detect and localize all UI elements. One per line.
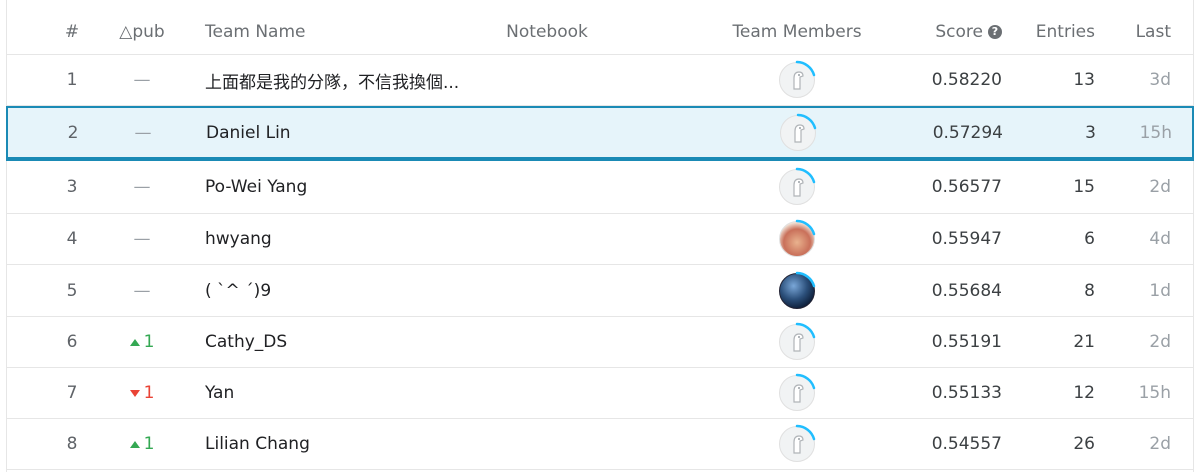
table-row[interactable]: 1 — 上面都是我的分隊，不信我換個... 0.58220 13 3d [7, 55, 1193, 106]
delta-cell: — [112, 55, 172, 105]
team-name-link[interactable]: Yan [205, 368, 505, 418]
notebook-cell [477, 368, 617, 418]
header-last[interactable]: Last [1107, 10, 1171, 54]
entries-cell: 12 [1073, 383, 1095, 403]
score-cell: 0.58220 [931, 70, 1002, 90]
rank-cell: 2 [67, 122, 79, 143]
notebook-cell [477, 161, 617, 213]
delta-cell: 1 [112, 419, 172, 469]
table-row[interactable]: 2 — Daniel Lin 0.57294 3 15h [6, 106, 1194, 161]
team-name-link[interactable]: Cathy_DS [205, 317, 505, 367]
delta-cell: 1 [112, 368, 172, 418]
header-team-name[interactable]: Team Name [205, 10, 505, 54]
rank-cell: 8 [66, 434, 78, 454]
header-notebook[interactable]: Notebook [477, 10, 617, 54]
table-row[interactable]: 5 — ( `^ ´)9 0.55684 8 1d [7, 265, 1193, 317]
no-change-dash: — [133, 229, 151, 249]
entries-cell: 6 [1084, 229, 1095, 249]
last-submission-cell: 1d [1149, 280, 1171, 301]
table-row[interactable]: 6 1 Cathy_DS 0.55191 21 2d [7, 317, 1193, 368]
rank-up-icon [129, 338, 140, 346]
header-score[interactable]: Score ? [867, 10, 1002, 54]
default-avatar-icon[interactable] [779, 424, 816, 462]
entries-cell: 8 [1084, 280, 1095, 301]
last-submission-cell: 2d [1149, 177, 1171, 197]
night-sky-avatar-icon[interactable] [779, 271, 816, 309]
delta-cell: — [112, 161, 172, 213]
notebook-cell [478, 108, 618, 157]
notebook-cell [477, 317, 617, 367]
team-name-link[interactable]: Daniel Lin [206, 108, 506, 157]
score-cell: 0.55191 [931, 332, 1002, 352]
last-submission-cell: 3d [1149, 70, 1171, 90]
default-avatar-icon[interactable] [779, 167, 816, 205]
rank-cell: 3 [66, 177, 78, 197]
default-avatar-icon[interactable] [780, 113, 817, 151]
rank-cell: 4 [66, 229, 78, 249]
food-avatar-icon[interactable] [779, 219, 816, 257]
score-cell: 0.55947 [931, 229, 1002, 249]
team-name-link[interactable]: hwyang [205, 214, 505, 264]
score-cell: 0.54557 [931, 434, 1002, 454]
header-score-label: Score [935, 22, 983, 42]
table-row[interactable]: 4 — hwyang 0.55947 6 4d [7, 214, 1193, 265]
header-entries[interactable]: Entries [1007, 10, 1095, 54]
help-icon[interactable]: ? [988, 25, 1002, 39]
notebook-cell [477, 55, 617, 105]
entries-cell: 13 [1073, 70, 1095, 90]
last-submission-cell: 2d [1149, 434, 1171, 454]
table-row[interactable]: 8 1 Lilian Chang 0.54557 26 2d [7, 419, 1193, 470]
score-cell: 0.55684 [931, 280, 1002, 301]
table-row[interactable]: 7 1 Yan 0.55133 12 15h [7, 368, 1193, 419]
leaderboard-header: # △pub Team Name Notebook Team Members S… [7, 10, 1193, 55]
notebook-cell [477, 265, 617, 316]
team-name-link[interactable]: Lilian Chang [205, 419, 505, 469]
score-cell: 0.57294 [932, 122, 1003, 143]
last-submission-cell: 15h [1139, 122, 1172, 143]
no-change-dash: — [133, 70, 151, 90]
notebook-cell [477, 214, 617, 264]
rank-down-icon [129, 389, 140, 397]
rank-cell: 1 [66, 70, 78, 90]
no-change-dash: — [134, 122, 152, 143]
delta-cell: — [112, 214, 172, 264]
last-submission-cell: 15h [1138, 383, 1171, 403]
rank-cell: 5 [66, 280, 78, 301]
delta-value: 1 [143, 383, 155, 403]
entries-cell: 3 [1085, 122, 1096, 143]
default-avatar-icon[interactable] [779, 322, 816, 360]
notebook-cell [477, 419, 617, 469]
table-row[interactable]: 3 — Po-Wei Yang 0.56577 15 2d [7, 161, 1193, 214]
no-change-dash: — [133, 280, 151, 301]
delta-value: 1 [143, 434, 155, 454]
last-submission-cell: 4d [1149, 229, 1171, 249]
default-avatar-icon[interactable] [779, 373, 816, 411]
entries-cell: 26 [1073, 434, 1095, 454]
default-avatar-icon[interactable] [779, 60, 816, 98]
entries-cell: 15 [1073, 177, 1095, 197]
entries-cell: 21 [1073, 332, 1095, 352]
team-name-link[interactable]: 上面都是我的分隊，不信我換個... [205, 55, 505, 105]
score-cell: 0.55133 [931, 383, 1002, 403]
header-rank[interactable]: # [57, 10, 87, 54]
no-change-dash: — [133, 177, 151, 197]
delta-value: 1 [143, 332, 155, 352]
team-name-link[interactable]: Po-Wei Yang [205, 161, 505, 213]
rank-cell: 6 [66, 332, 78, 352]
delta-cell: 1 [112, 317, 172, 367]
rank-cell: 7 [66, 383, 78, 403]
delta-cell: — [113, 108, 173, 157]
leaderboard: # △pub Team Name Notebook Team Members S… [6, 0, 1194, 472]
header-delta[interactable]: △pub [112, 10, 172, 54]
rank-up-icon [129, 440, 140, 448]
delta-cell: — [112, 265, 172, 316]
team-name-link[interactable]: ( `^ ´)9 [205, 265, 505, 316]
score-cell: 0.56577 [931, 177, 1002, 197]
last-submission-cell: 2d [1149, 332, 1171, 352]
